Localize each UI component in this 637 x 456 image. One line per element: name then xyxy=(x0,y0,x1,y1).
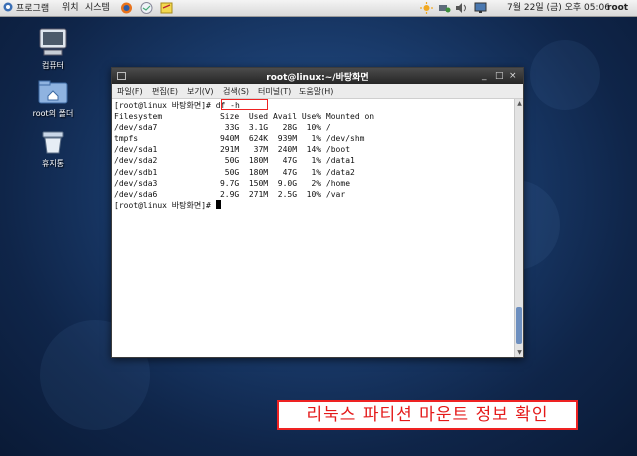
desktop-icon-home[interactable]: root의 폴더 xyxy=(18,80,88,119)
output-line: /dev/sda6 2.9G 271M 2.5G 10% /var xyxy=(114,189,346,199)
volume-icon[interactable] xyxy=(455,2,468,14)
terminal-window[interactable]: root@linux:~/바탕화면 _ □ × 파일(F) 편집(E) 보기(V… xyxy=(111,67,524,358)
window-title: root@linux:~/바탕화면 xyxy=(266,73,369,83)
menu-help[interactable]: 도움말(H) xyxy=(299,86,333,97)
update-icon[interactable] xyxy=(420,2,433,14)
top-panel: 프로그램 위치 시스템 7월 22일 (금) 오후 05:06 root xyxy=(0,0,637,17)
computer-icon xyxy=(38,28,68,56)
mail-icon[interactable] xyxy=(140,2,153,14)
annotation-caption: 리눅스 파티션 마운트 정보 확인 xyxy=(277,400,578,430)
terminal-text: [root@linux 바탕화면]# df -h Filesystem Size… xyxy=(114,100,374,211)
network-icon[interactable] xyxy=(438,2,451,14)
menu-edit[interactable]: 편집(E) xyxy=(152,86,178,97)
output-line: /dev/sda1 291M 37M 240M 14% /boot xyxy=(114,145,351,155)
user-menu[interactable]: root xyxy=(607,2,628,15)
window-titlebar[interactable]: root@linux:~/바탕화면 _ □ × xyxy=(112,68,523,84)
desktop-icon-label: root의 폴더 xyxy=(32,109,74,118)
terminal-output[interactable]: [root@linux 바탕화면]# df -h Filesystem Size… xyxy=(112,99,514,357)
menu-view[interactable]: 보기(V) xyxy=(187,86,213,97)
output-line: /dev/sdb1 50G 180M 47G 1% /data2 xyxy=(114,167,355,177)
close-button[interactable]: × xyxy=(509,70,517,82)
minimize-button[interactable]: _ xyxy=(482,70,487,82)
system-menu[interactable]: 시스템 xyxy=(85,2,110,15)
menu-terminal[interactable]: 터미널(T) xyxy=(258,86,291,97)
prompt: [root@linux 바탕화면]# xyxy=(114,101,211,110)
command-highlight-box xyxy=(221,99,268,110)
scroll-thumb[interactable] xyxy=(516,307,522,344)
maximize-button[interactable]: □ xyxy=(495,70,504,82)
menu-file[interactable]: 파일(F) xyxy=(117,86,143,97)
home-folder-icon xyxy=(38,80,68,104)
desktop-icon-label: 컴퓨터 xyxy=(41,61,65,70)
wallpaper-bokeh xyxy=(530,40,600,110)
trash-icon xyxy=(41,130,65,154)
menu-search[interactable]: 검색(S) xyxy=(223,86,249,97)
window-menubar: 파일(F) 편집(E) 보기(V) 검색(S) 터미널(T) 도움말(H) xyxy=(112,84,523,99)
display-icon[interactable] xyxy=(474,2,487,14)
output-line: /dev/sda2 50G 180M 47G 1% /data1 xyxy=(114,156,355,166)
text-cursor xyxy=(215,199,221,209)
footprint-icon xyxy=(3,2,13,12)
desktop-icon-computer[interactable]: 컴퓨터 xyxy=(18,28,88,71)
applications-menu[interactable]: 프로그램 xyxy=(3,2,49,15)
prompt: [root@linux 바탕화면]# xyxy=(114,200,211,210)
output-line: /dev/sda3 9.7G 150M 9.0G 2% /home xyxy=(114,178,351,188)
vertical-scrollbar[interactable]: ▲ ▼ xyxy=(514,99,523,357)
desktop-icon-label: 휴지통 xyxy=(41,159,65,168)
notes-icon[interactable] xyxy=(160,2,173,14)
output-line: /dev/sda7 33G 3.1G 28G 10% / xyxy=(114,123,331,133)
clock[interactable]: 7월 22일 (금) 오후 05:06 xyxy=(507,2,610,15)
desktop-icon-trash[interactable]: 휴지통 xyxy=(18,130,88,169)
places-menu[interactable]: 위치 xyxy=(62,2,79,15)
scroll-down-icon[interactable]: ▼ xyxy=(515,348,524,357)
firefox-icon[interactable] xyxy=(120,2,133,14)
scroll-up-icon[interactable]: ▲ xyxy=(515,99,524,108)
output-line: tmpfs 940M 624K 939M 1% /dev/shm xyxy=(114,134,365,144)
output-line: Filesystem Size Used Avail Use% Mounted … xyxy=(114,112,375,122)
